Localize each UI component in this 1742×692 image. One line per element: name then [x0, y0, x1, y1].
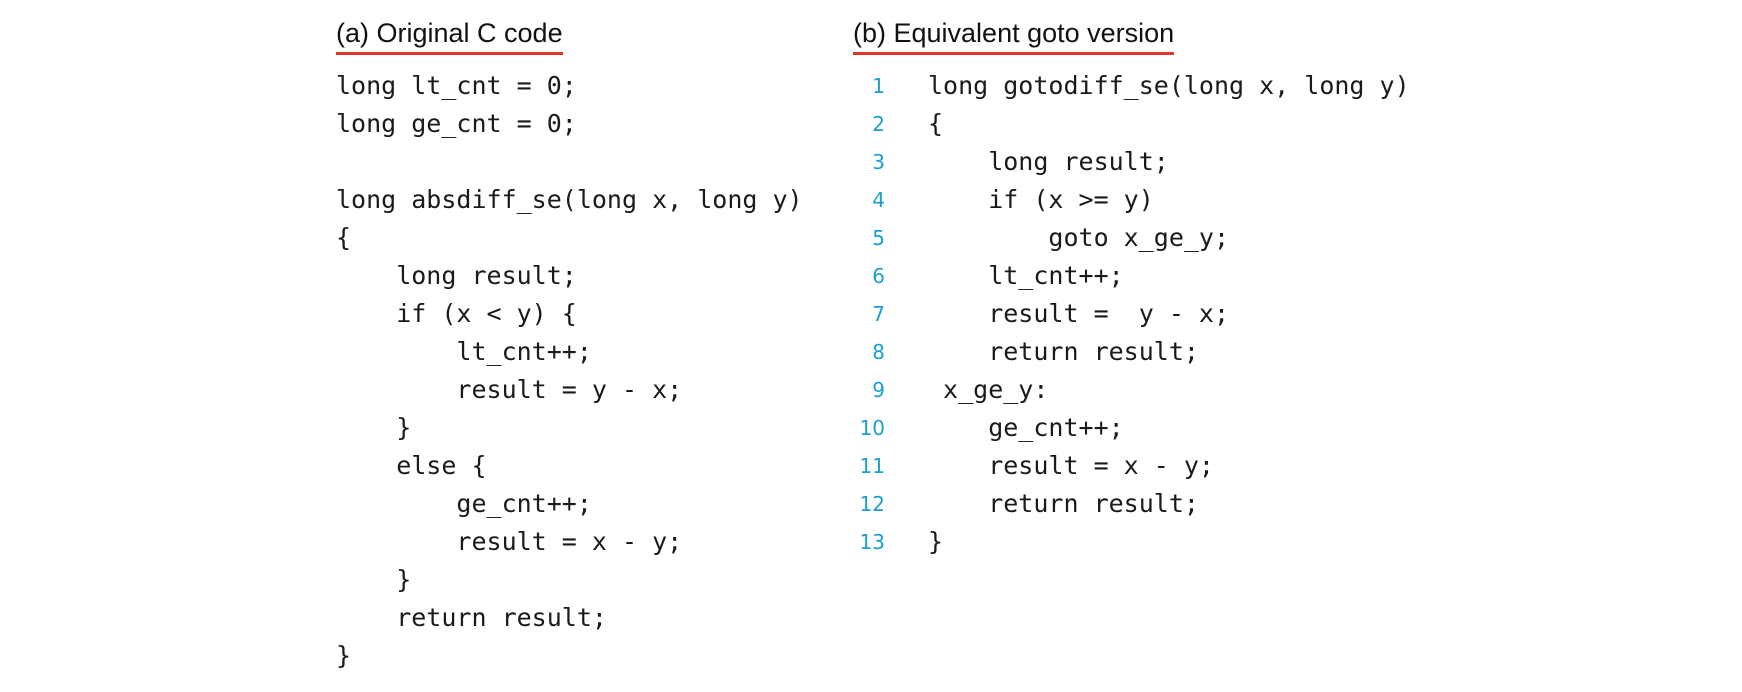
original-code-title: (a) Original C code — [336, 16, 563, 55]
code-text: { — [928, 109, 944, 138]
line-number: 1 — [872, 74, 885, 98]
code-line: return result; — [336, 599, 803, 637]
code-text: return result; — [336, 603, 607, 632]
line-number: 11 — [859, 454, 885, 478]
line-number: 13 — [859, 530, 885, 554]
code-text: } — [928, 527, 944, 556]
code-line: result = x - y; — [336, 523, 803, 561]
code-text: if (x < y) { — [336, 299, 577, 328]
code-text: result = y - x; — [928, 299, 1230, 328]
code-line: long absdiff_se(long x, long y) — [336, 181, 803, 219]
numbered-code-line: 12 return result; — [853, 485, 1410, 523]
code-line: long lt_cnt = 0; — [336, 67, 803, 105]
code-text: result = y - x; — [336, 375, 683, 404]
code-text: long ge_cnt = 0; — [336, 109, 577, 138]
line-number: 6 — [872, 264, 885, 288]
numbered-code-line: 8 return result; — [853, 333, 1410, 371]
code-line: } — [336, 637, 803, 675]
numbered-code-line: 4 if (x >= y) — [853, 181, 1410, 219]
code-text: x_ge_y: — [928, 375, 1049, 404]
code-line: result = y - x; — [336, 371, 803, 409]
line-number: 7 — [872, 302, 885, 326]
goto-version-title: (b) Equivalent goto version — [853, 16, 1175, 55]
code-text: goto x_ge_y; — [928, 223, 1230, 252]
numbered-code-line: 1 long gotodiff_se(long x, long y) — [853, 67, 1410, 105]
goto-version-panel: (b) Equivalent goto version 1 long gotodi… — [853, 16, 1410, 561]
line-number: 12 — [859, 492, 885, 516]
line-number: 3 — [872, 150, 885, 174]
numbered-code-line: 6 lt_cnt++; — [853, 257, 1410, 295]
code-line: { — [336, 219, 803, 257]
code-line: } — [336, 561, 803, 599]
code-line: } — [336, 409, 803, 447]
code-text: long result; — [336, 261, 577, 290]
code-text: lt_cnt++; — [336, 337, 592, 366]
code-text: } — [336, 641, 352, 670]
line-number: 5 — [872, 226, 885, 250]
original-code-block: long lt_cnt = 0; long ge_cnt = 0; long a… — [336, 67, 803, 675]
numbered-code-line: 11 result = x - y; — [853, 447, 1410, 485]
line-number: 10 — [859, 416, 885, 440]
line-number: 9 — [872, 378, 885, 402]
code-text: } — [336, 565, 412, 594]
code-text: else { — [336, 451, 487, 480]
code-line: else { — [336, 447, 803, 485]
code-text: long gotodiff_se(long x, long y) — [928, 71, 1410, 100]
numbered-code-line: 2{ — [853, 105, 1410, 143]
code-line: long ge_cnt = 0; — [336, 105, 803, 143]
code-text: result = x - y; — [928, 451, 1214, 480]
code-line: long result; — [336, 257, 803, 295]
line-number: 4 — [872, 188, 885, 212]
goto-code-block: 1 long gotodiff_se(long x, long y) 2{ 3 l… — [853, 67, 1410, 561]
code-text: long absdiff_se(long x, long y) — [336, 185, 803, 214]
code-text: long lt_cnt = 0; — [336, 71, 577, 100]
line-number: 8 — [872, 340, 885, 364]
code-text: ge_cnt++; — [336, 489, 592, 518]
code-text: return result; — [928, 337, 1199, 366]
code-text: { — [336, 223, 352, 252]
numbered-code-line: 3 long result; — [853, 143, 1410, 181]
numbered-code-line: 7 result = y - x; — [853, 295, 1410, 333]
line-number: 2 — [872, 112, 885, 136]
code-text: ge_cnt++; — [928, 413, 1124, 442]
numbered-code-line: 13} — [853, 523, 1410, 561]
code-text: long result; — [928, 147, 1169, 176]
code-text: result = x - y; — [336, 527, 683, 556]
code-text: return result; — [928, 489, 1199, 518]
numbered-code-line: 10 ge_cnt++; — [853, 409, 1410, 447]
numbered-code-line: 9 x_ge_y: — [853, 371, 1410, 409]
original-code-panel: (a) Original C code long lt_cnt = 0; lon… — [336, 16, 803, 675]
code-line: if (x < y) { — [336, 295, 803, 333]
code-text: lt_cnt++; — [928, 261, 1124, 290]
code-text: if (x >= y) — [928, 185, 1154, 214]
code-text: } — [336, 413, 412, 442]
code-line: ge_cnt++; — [336, 485, 803, 523]
numbered-code-line: 5 goto x_ge_y; — [853, 219, 1410, 257]
code-line: lt_cnt++; — [336, 333, 803, 371]
